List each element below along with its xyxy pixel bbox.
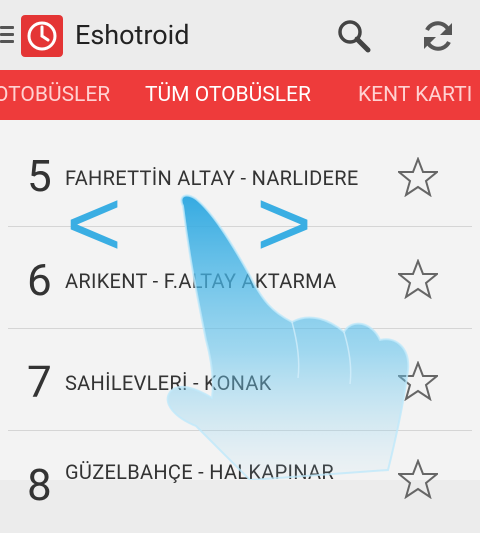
star-outline-icon[interactable] bbox=[398, 259, 438, 299]
refresh-icon[interactable] bbox=[419, 17, 457, 55]
app-title: Eshotroid bbox=[75, 19, 190, 51]
route-name: GÜZELBAHÇE - HALKAPINAR bbox=[65, 460, 334, 484]
star-outline-icon[interactable] bbox=[398, 361, 438, 401]
search-icon[interactable] bbox=[335, 17, 373, 55]
route-number: 8 bbox=[27, 459, 52, 511]
list-item[interactable]: 8 GÜZELBAHÇE - HALKAPINAR bbox=[0, 431, 480, 533]
route-number: 5 bbox=[27, 150, 52, 202]
tab-tum-otobusler[interactable]: TÜM OTOBÜSLER bbox=[145, 83, 311, 107]
route-name: SAHİLEVLERİ - KONAK bbox=[65, 371, 272, 395]
list-item[interactable]: 7 SAHİLEVLERİ - KONAK bbox=[0, 329, 480, 431]
swipe-left-arrow: < bbox=[66, 170, 123, 277]
route-number: 7 bbox=[27, 356, 52, 408]
hamburger-icon[interactable] bbox=[0, 26, 14, 44]
tab-kent-karti[interactable]: KENT KARTI bbox=[358, 83, 472, 107]
tab-otobusler[interactable]: OTOBÜSLER bbox=[0, 83, 110, 107]
swipe-right-arrow: > bbox=[256, 170, 313, 277]
tab-bar: OTOBÜSLER TÜM OTOBÜSLER KENT KARTI bbox=[0, 70, 480, 120]
star-outline-icon[interactable] bbox=[398, 157, 438, 197]
star-outline-icon[interactable] bbox=[398, 459, 438, 499]
clock-icon[interactable] bbox=[21, 15, 63, 57]
action-bar: Eshotroid bbox=[0, 0, 480, 70]
route-number: 6 bbox=[27, 254, 52, 306]
